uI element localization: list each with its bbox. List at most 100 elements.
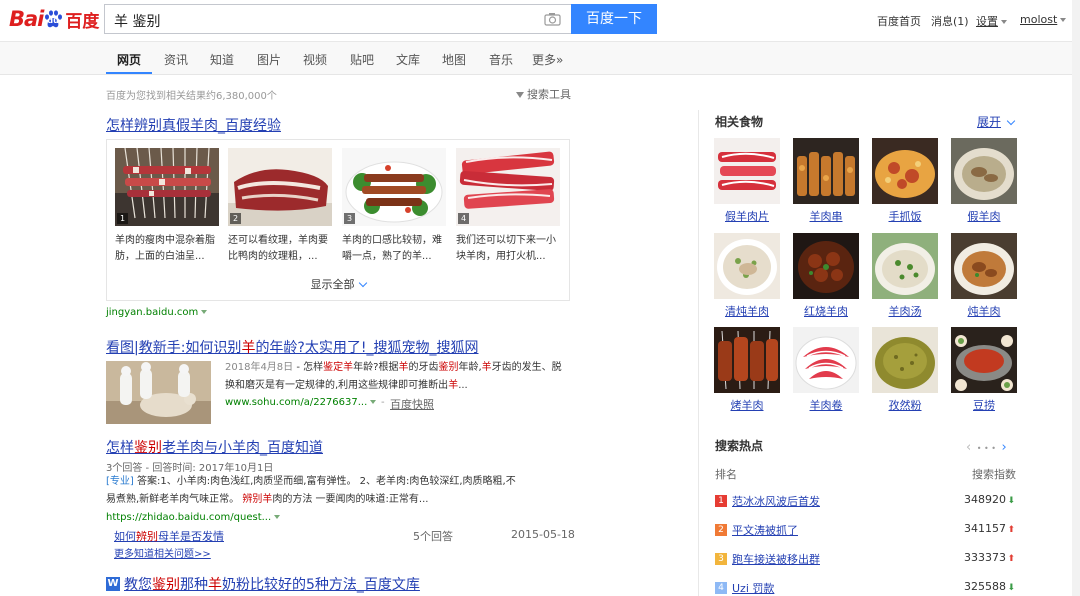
sohu-result-thumbnail[interactable] xyxy=(106,361,211,424)
hot-term: 跑车接送被移出群 xyxy=(732,553,820,566)
food-name: 清炖羊肉 xyxy=(725,305,769,318)
chevron-down-icon xyxy=(370,400,377,404)
result-title-sohu[interactable]: 看图|教新手:如何识别羊的年龄?太实用了!_搜狐宠物_搜狐网 xyxy=(106,337,478,357)
food-item[interactable]: 清炖羊肉 xyxy=(714,233,780,319)
tab-music[interactable]: 音乐 xyxy=(489,51,513,68)
food-item[interactable]: 豆捞 xyxy=(951,327,1017,413)
tab-video[interactable]: 视频 xyxy=(303,51,327,68)
prev-page-icon[interactable]: ‹ xyxy=(966,440,971,455)
food-image xyxy=(714,327,780,393)
link-highlight: 辨别 xyxy=(136,530,158,543)
tab-zhidao[interactable]: 知道 xyxy=(210,51,234,68)
food-name: 豆捞 xyxy=(973,399,995,412)
snippet-part: 答案:1、小羊肉:肉色浅红,肉质坚而细,富有弹性。 2、老羊肉:肉色较深红,肉质… xyxy=(133,476,516,487)
food-item[interactable]: 烤羊肉 xyxy=(714,327,780,413)
link-part: 母羊是否发情 xyxy=(158,530,224,543)
hot-term: Uzi 罚款 xyxy=(732,582,775,595)
chevron-down-icon xyxy=(1001,20,1007,24)
search-button[interactable]: 百度一下 xyxy=(571,4,657,34)
food-item[interactable]: 羊肉串 xyxy=(793,138,859,224)
hot-row[interactable]: 3 跑车接送被移出群 333373 ⬆ xyxy=(715,550,1018,570)
title-part: 看图|教新手:如何识别 xyxy=(106,340,242,356)
show-all-label: 显示全部 xyxy=(310,278,355,291)
cache-link[interactable]: 百度快照 xyxy=(390,396,434,412)
title-part: 那种 xyxy=(180,577,208,593)
nav-messages[interactable]: 消息(1) xyxy=(931,13,969,29)
step-text-line: 块羊肉，用打火机... xyxy=(456,251,546,262)
hot-row[interactable]: 1 范冰冰风波后首发 348920 ⬇ xyxy=(715,492,1018,512)
hot-row[interactable]: 2 平文涛被抓了 341157 ⬆ xyxy=(715,521,1018,541)
step-text-line: 肪，上面的白油呈... xyxy=(115,251,205,262)
rank-badge: 3 xyxy=(715,553,727,565)
baidu-logo[interactable]: Bai du 百度 xyxy=(9,5,99,33)
result-title-zhidao[interactable]: 怎样鉴别老羊肉与小羊肉_百度知道 xyxy=(106,437,323,457)
tab-tieba[interactable]: 贴吧 xyxy=(350,51,374,68)
result-url[interactable]: https://zhidao.baidu.com/quest... xyxy=(106,512,281,523)
logo-bai-text: Bai xyxy=(9,7,44,31)
column-divider xyxy=(698,110,699,596)
jingyan-step[interactable]: 4 我们还可以切下来一小 块羊肉，用打火机... xyxy=(456,148,560,265)
hot-row[interactable]: 4 Uzi 罚款 325588 ⬇ xyxy=(715,579,1018,596)
food-image xyxy=(951,233,1017,299)
tab-wenku[interactable]: 文库 xyxy=(396,51,420,68)
food-item[interactable]: 羊肉卷 xyxy=(793,327,859,413)
tab-more[interactable]: 更多» xyxy=(532,51,563,68)
result-date: 2018年4月8日 xyxy=(225,362,294,373)
jingyan-step[interactable]: 1 羊肉的瘦肉中混杂着脂 肪，上面的白油呈... xyxy=(115,148,219,265)
results-count: 百度为您找到相关结果约6,380,000个 xyxy=(106,91,277,102)
answer-meta: 3个回答 - 回答时间: 2017年10月1日 xyxy=(106,463,274,474)
scrollbar-track[interactable] xyxy=(1072,0,1080,596)
nav-user-dropdown[interactable]: molost xyxy=(1020,13,1067,26)
title-part: 奶粉比较好的5种方法_百度文库 xyxy=(222,577,420,593)
food-image xyxy=(872,327,938,393)
food-item[interactable]: 炖羊肉 xyxy=(951,233,1017,319)
top-header: Bai du 百度 羊 鉴别 百度一下 百度首页 消息(1) 设置 molost xyxy=(0,0,1080,42)
tab-images[interactable]: 图片 xyxy=(257,51,281,68)
title-highlight: 鉴别 xyxy=(134,440,162,456)
snippet-highlight: 羊 xyxy=(398,362,409,373)
search-query-text: 羊 鉴别 xyxy=(114,14,161,30)
hot-index-header: 搜索指数 xyxy=(972,468,1016,481)
result-title-jingyan[interactable]: 怎样辨别真假羊肉_百度经验 xyxy=(106,115,281,135)
result-url[interactable]: jingyan.baidu.com xyxy=(106,307,208,318)
food-item[interactable]: 假羊肉片 xyxy=(714,138,780,224)
result-url[interactable]: www.sohu.com/a/2276637... xyxy=(225,397,377,408)
wenku-icon: W xyxy=(106,577,120,591)
step-text-line: 羊肉的瘦肉中混杂着脂 xyxy=(115,235,215,246)
result-title-wenku[interactable]: 教您鉴别那种羊奶粉比较好的5种方法_百度文库 xyxy=(124,574,420,594)
logo-du-text: du xyxy=(47,16,59,25)
tab-web[interactable]: 网页 xyxy=(117,51,141,68)
search-input[interactable]: 羊 鉴别 xyxy=(104,4,571,34)
snippet-part: 的牙齿 xyxy=(408,362,439,373)
expand-button[interactable]: 展开 xyxy=(977,113,1016,130)
food-image xyxy=(714,138,780,204)
food-item[interactable]: 红烧羊肉 xyxy=(793,233,859,319)
food-item[interactable]: 手抓饭 xyxy=(872,138,938,224)
food-image xyxy=(872,233,938,299)
food-item[interactable]: 假羊肉 xyxy=(951,138,1017,224)
tab-news[interactable]: 资讯 xyxy=(164,51,188,68)
tab-map[interactable]: 地图 xyxy=(442,51,466,68)
snippet-part: - 怎样 xyxy=(293,362,324,373)
food-item[interactable]: 羊肉汤 xyxy=(872,233,938,319)
related-question-link[interactable]: 如何辨别母羊是否发情 xyxy=(114,528,224,544)
chevron-down-icon xyxy=(201,310,208,314)
title-highlight: 鉴别 xyxy=(152,577,180,593)
nav-settings-label: 设置 xyxy=(976,15,998,28)
food-image xyxy=(793,233,859,299)
show-all-button[interactable]: 显示全部 xyxy=(107,276,569,292)
search-tabs: 网页 资讯 知道 图片 视频 贴吧 文库 地图 音乐 更多» xyxy=(0,42,1080,75)
jingyan-step[interactable]: 3 羊肉的口感比较韧，难 嚼一点，熟了的羊... xyxy=(342,148,446,265)
nav-settings-dropdown[interactable]: 设置 xyxy=(976,13,1007,29)
more-zhidao-link[interactable]: 更多知道相关问题>> xyxy=(114,545,211,560)
search-tools-label: 搜索工具 xyxy=(527,88,571,101)
title-part: 老羊肉与小羊肉_百度知道 xyxy=(162,440,323,456)
search-tools-button[interactable]: 搜索工具 xyxy=(516,86,571,102)
step-text-line: 羊肉的口感比较韧，难 xyxy=(342,235,442,246)
nav-baidu-home[interactable]: 百度首页 xyxy=(877,13,921,29)
food-item[interactable]: 孜然粉 xyxy=(872,327,938,413)
next-page-icon[interactable]: › xyxy=(1001,440,1006,455)
link-part: 如何 xyxy=(114,530,136,543)
camera-icon[interactable] xyxy=(544,12,561,26)
jingyan-step[interactable]: 2 还可以看纹理，羊肉要 比鸭肉的纹理粗，... xyxy=(228,148,332,265)
